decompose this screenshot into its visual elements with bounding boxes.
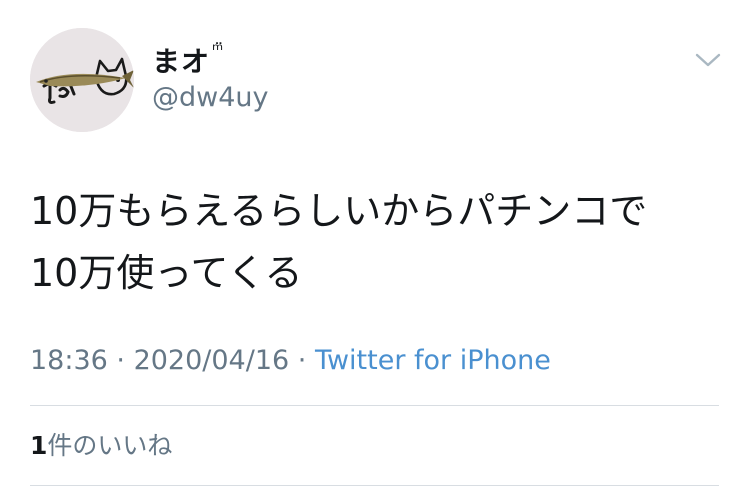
divider [30, 405, 719, 406]
divider [30, 485, 719, 486]
display-name[interactable]: まオ ᵐ̈ [152, 40, 224, 80]
like-count: 1 [30, 431, 48, 460]
tweet-date: 2020/04/16 [133, 345, 290, 376]
chevron-down-icon[interactable] [694, 48, 722, 72]
tweet-meta: 18:36 · 2020/04/16 · Twitter for iPhone [30, 345, 551, 376]
meta-separator: · [289, 345, 315, 376]
tweet-card: まオ ᵐ̈ @dw4uy 10万もらえるらしいからパチンコで 10万使ってくる 1… [0, 0, 749, 488]
display-name-text: まオ [152, 45, 211, 78]
display-name-emoji: ᵐ̈ [212, 40, 225, 61]
tweet-source-link[interactable]: Twitter for iPhone [315, 345, 551, 376]
user-handle[interactable]: @dw4uy [152, 82, 269, 113]
tweet-text: 10万もらえるらしいからパチンコで 10万使ってくる [30, 180, 720, 304]
like-label: 件のいいね [47, 431, 173, 460]
tweet-text-line: 10万もらえるらしいからパチンコで [30, 189, 648, 233]
avatar[interactable] [30, 28, 134, 132]
tweet-text-line: 10万使ってくる [30, 251, 303, 295]
meta-separator: · [107, 345, 134, 376]
avatar-image [30, 28, 134, 132]
likes-link[interactable]: 1件のいいね [30, 426, 172, 462]
tweet-time: 18:36 [30, 345, 108, 376]
